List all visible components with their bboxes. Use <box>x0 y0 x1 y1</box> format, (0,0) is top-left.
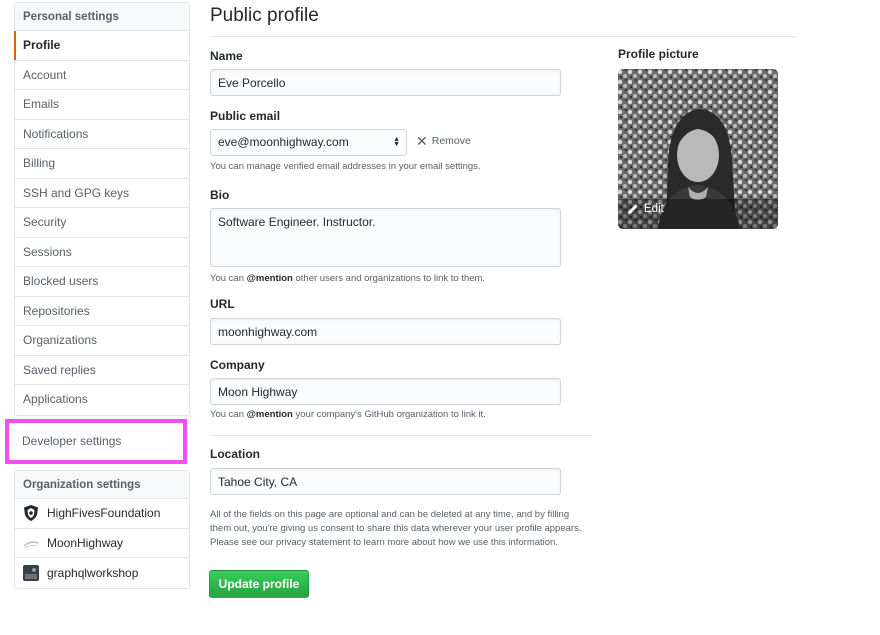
sidebar-item-organizations[interactable]: Organizations <box>15 326 189 356</box>
sidebar-item-billing[interactable]: Billing <box>15 149 189 179</box>
email-note: You can manage verified email addresses … <box>210 161 481 172</box>
company-field[interactable] <box>210 378 561 405</box>
bio-note: You can @mention other users and organiz… <box>210 273 485 284</box>
organization-settings-list: Organization settings HighFivesFoundatio… <box>14 470 190 589</box>
pencil-icon <box>627 203 639 215</box>
company-note-suffix: your company's GitHub organization to li… <box>292 409 486 420</box>
shield-logo-icon <box>23 505 39 522</box>
org-label: HighFivesFoundation <box>47 506 161 521</box>
profile-picture-label: Profile picture <box>618 47 699 61</box>
url-label: URL <box>210 297 235 311</box>
sidebar-item-blocked-users[interactable]: Blocked users <box>15 267 189 297</box>
company-label: Company <box>210 358 265 372</box>
form-divider <box>210 435 592 436</box>
sidebar-item-developer-settings[interactable]: Developer settings <box>9 423 183 460</box>
company-note: You can @mention your company's GitHub o… <box>210 409 486 420</box>
page-title: Public profile <box>210 5 319 26</box>
org-label: MoonHighway <box>47 535 124 550</box>
update-profile-button[interactable]: Update profile <box>209 570 309 598</box>
title-divider <box>210 36 797 37</box>
location-field[interactable] <box>210 468 561 495</box>
moon-logo-icon <box>23 535 39 551</box>
public-email-value: eve@moonhighway.com <box>218 135 349 149</box>
sidebar-item-saved-replies[interactable]: Saved replies <box>15 356 189 385</box>
public-email-select[interactable]: eve@moonhighway.com ▲ ▼ <box>210 129 407 156</box>
name-field[interactable] <box>210 69 561 96</box>
edit-label: Edit <box>644 203 664 215</box>
remove-label: Remove <box>431 135 471 147</box>
close-icon: ✕ <box>416 133 428 149</box>
bio-note-suffix: other users and organizations to link to… <box>292 273 486 284</box>
developer-settings-highlight: Developer settings <box>5 419 187 464</box>
select-caret-icon: ▲ ▼ <box>393 136 400 148</box>
sidebar-item-ssh-gpg-keys[interactable]: SSH and GPG keys <box>15 179 189 208</box>
remove-email-button[interactable]: ✕ Remove <box>416 134 471 148</box>
photo-avatar-icon <box>23 564 39 581</box>
mention-text: @mention <box>246 273 293 284</box>
organization-settings-heading: Organization settings <box>15 471 189 499</box>
org-item-moonhighway[interactable]: MoonHighway <box>15 529 189 558</box>
sidebar-item-profile[interactable]: Profile <box>14 31 189 61</box>
url-field[interactable] <box>210 318 561 345</box>
sidebar-item-account[interactable]: Account <box>15 61 189 90</box>
sidebar-item-security[interactable]: Security <box>15 208 189 238</box>
sidebar-item-applications[interactable]: Applications <box>15 385 189 415</box>
company-note-prefix: You can <box>210 409 247 420</box>
name-label: Name <box>210 49 243 63</box>
org-item-highfivesfoundation[interactable]: HighFivesFoundation <box>15 499 189 529</box>
organization-settings-menu: Organization settings HighFivesFoundatio… <box>14 470 190 589</box>
sidebar-item-notifications[interactable]: Notifications <box>15 120 189 149</box>
sidebar-item-repositories[interactable]: Repositories <box>15 297 189 326</box>
personal-settings-menu: Personal settings Profile Account Emails… <box>14 2 190 416</box>
bio-label: Bio <box>210 188 230 202</box>
privacy-note: All of the fields on this page are optio… <box>210 509 582 548</box>
location-label: Location <box>210 447 260 461</box>
org-item-graphqlworkshop[interactable]: graphqlworkshop <box>15 558 189 588</box>
sidebar-item-emails[interactable]: Emails <box>15 90 189 120</box>
personal-settings-heading: Personal settings <box>15 3 189 31</box>
sidebar-item-sessions[interactable]: Sessions <box>15 238 189 267</box>
public-email-label: Public email <box>210 109 281 123</box>
bio-field[interactable]: Software Engineer. Instructor. <box>210 208 561 267</box>
edit-avatar-button[interactable]: Edit <box>627 203 664 215</box>
bio-note-prefix: You can <box>210 273 247 284</box>
personal-settings-list: Personal settings Profile Account Emails… <box>14 2 190 416</box>
org-label: graphqlworkshop <box>47 565 139 580</box>
mention-text: @mention <box>246 409 293 420</box>
